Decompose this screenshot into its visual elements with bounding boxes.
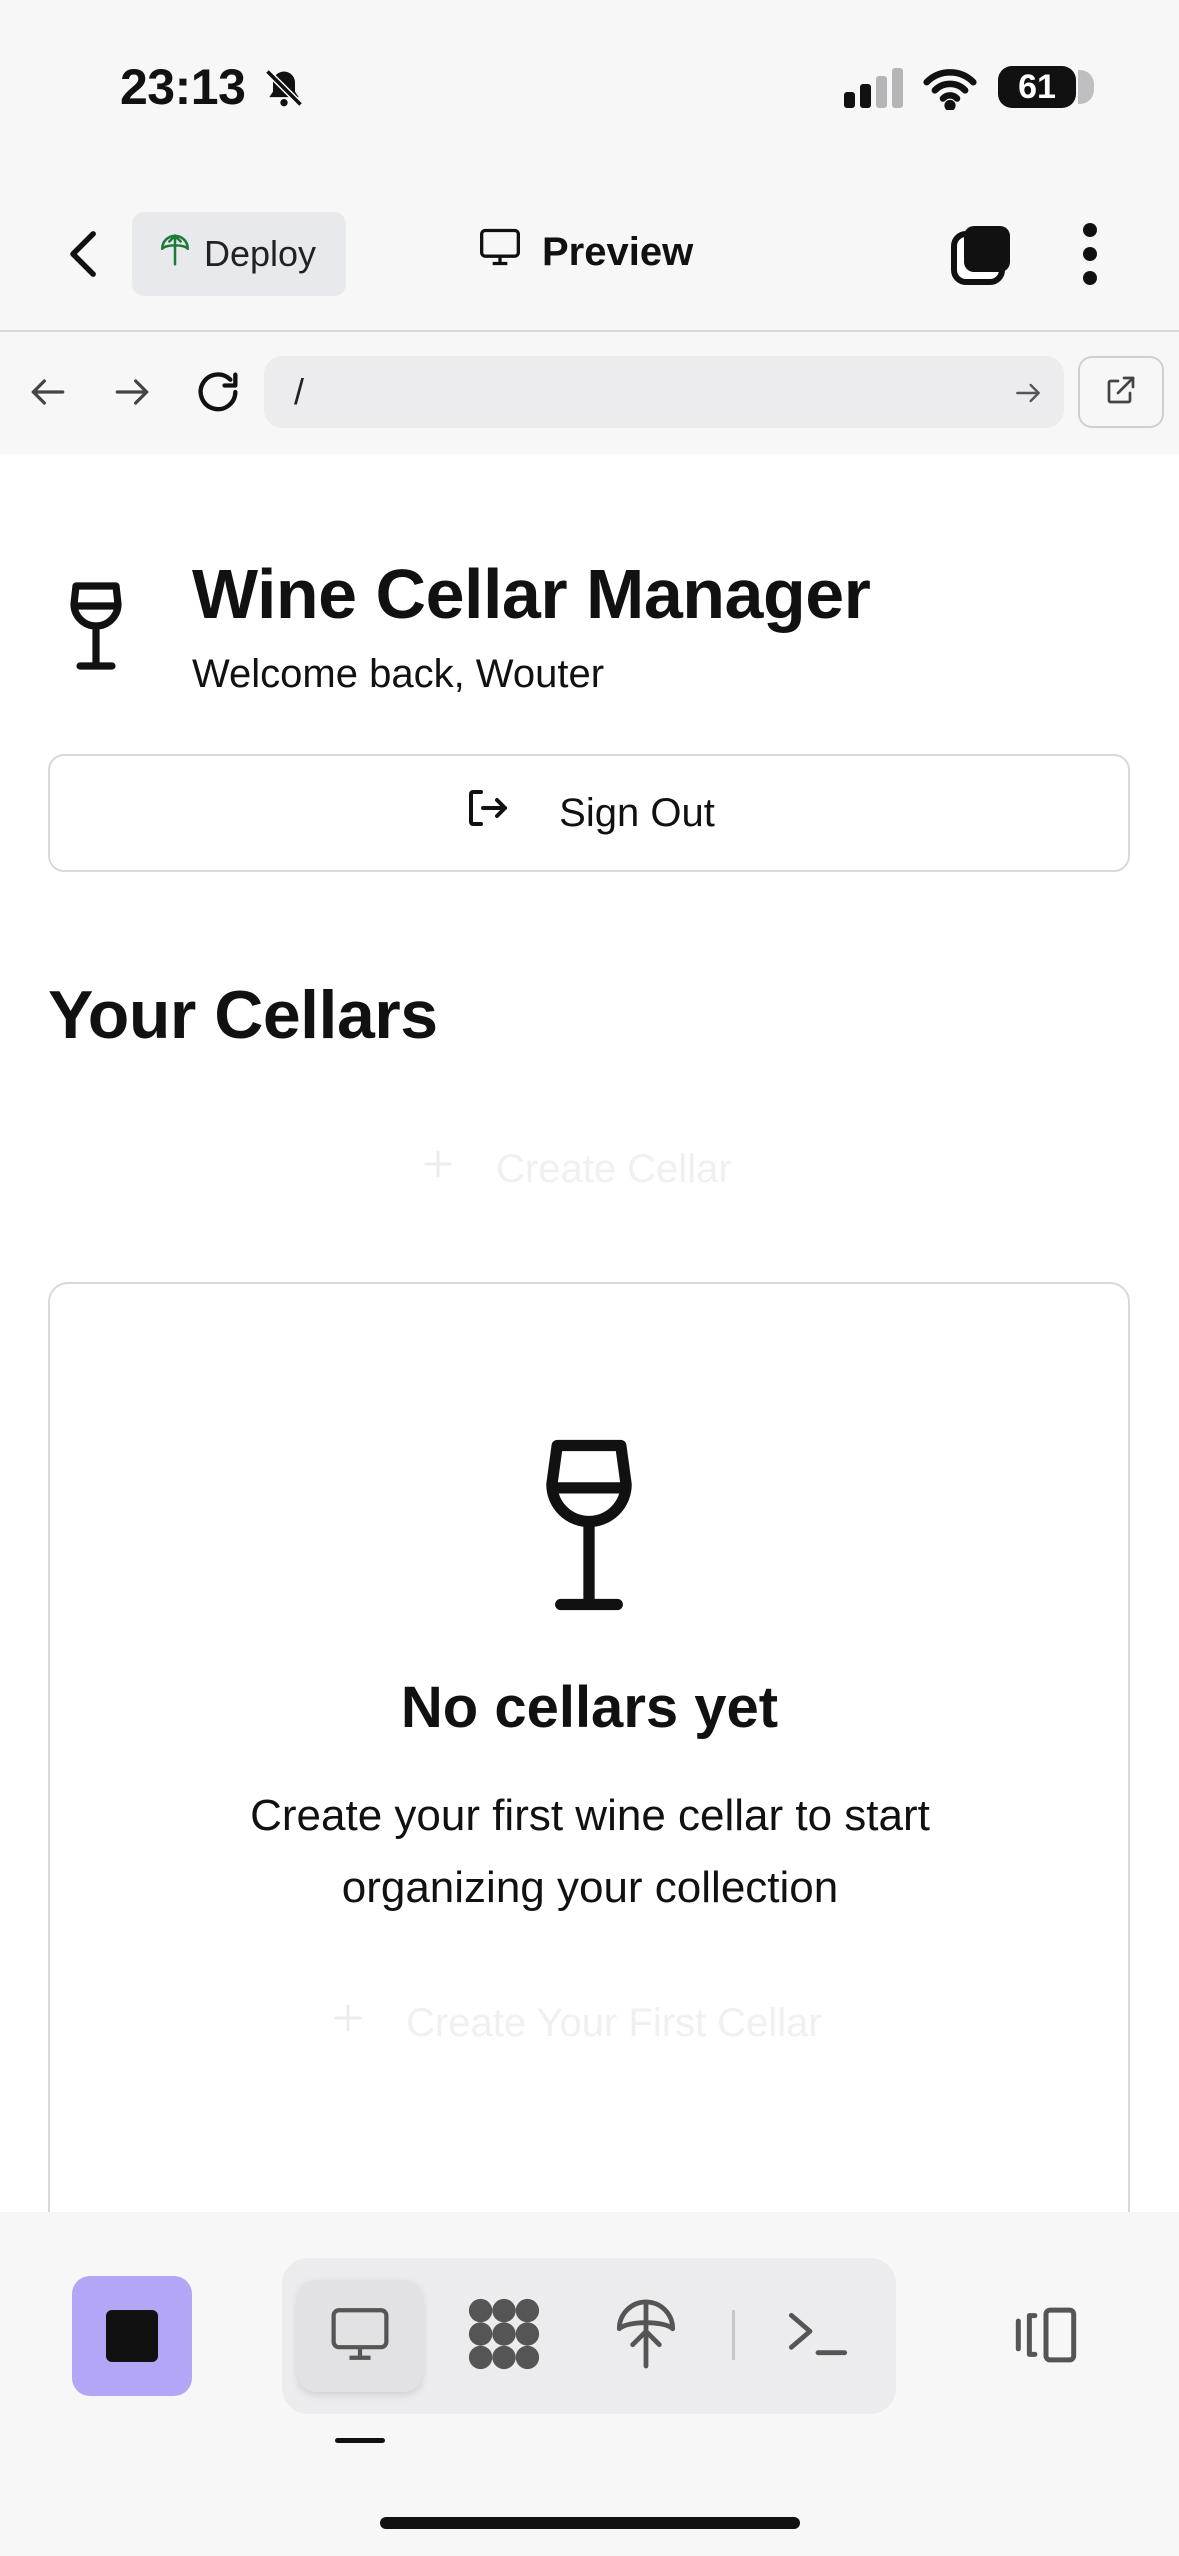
home-indicator [380,2517,800,2529]
wifi-icon [922,66,978,115]
url-input[interactable]: / [264,356,1064,428]
empty-state-title: No cellars yet [400,1675,779,1740]
toolbar-divider [732,2310,735,2360]
welcome-text: Welcome back, Wouter [192,652,605,696]
create-first-cellar-button[interactable]: Create Your First Cellar [330,2000,822,2046]
tabs-switcher-icon[interactable] [950,222,1014,291]
battery-indicator: 61 [998,66,1094,108]
deploy-icon [614,2296,678,2377]
create-first-cellar-label: Create Your First Cellar [406,2000,822,2045]
terminal-tool[interactable] [768,2286,868,2386]
page-title: Wine Cellar Manager [192,555,871,633]
agents-tool[interactable] [454,2286,554,2386]
create-cellar-button[interactable]: Create Cellar [420,1146,732,1192]
browser-forward-icon[interactable] [110,370,154,419]
wine-glass-icon [66,580,126,677]
active-tab-indicator [335,2438,385,2443]
monitor-icon [478,226,522,278]
panel-layout-icon[interactable] [1010,2304,1082,2371]
sign-out-button[interactable]: Sign Out [48,754,1130,872]
cellular-signal-icon [844,68,906,113]
deploy-tool[interactable] [596,2286,696,2386]
create-cellar-label: Create Cellar [496,1146,732,1191]
sign-out-label: Sign Out [559,790,715,835]
back-chevron-icon[interactable] [62,226,106,287]
url-text: / [294,371,305,412]
agents-icon [465,2295,543,2378]
stop-button[interactable] [72,2276,192,2396]
stop-icon [106,2310,158,2362]
plus-icon [420,1146,456,1192]
plus-icon [330,2000,366,2046]
go-arrow-icon[interactable] [1012,376,1044,418]
sign-out-icon [463,784,511,842]
deploy-button[interactable]: Deploy [132,212,346,296]
reload-icon[interactable] [192,366,244,423]
monitor-icon [328,2305,392,2368]
deploy-label: Deploy [204,233,317,274]
section-title: Your Cellars [48,977,438,1053]
status-time: 23:13 [120,59,246,115]
bell-slash-icon [262,66,306,115]
browser-back-icon[interactable] [26,370,70,419]
deploy-icon [158,233,192,276]
terminal-icon [786,2306,850,2367]
desktop-preview-tool[interactable] [298,2280,422,2392]
open-external-button[interactable] [1078,356,1164,428]
empty-state-text: Create your first wine cellar to start o… [250,1791,930,1912]
preview-label: Preview [542,229,694,274]
more-options-icon[interactable] [1080,222,1100,291]
preview-tab[interactable]: Preview [478,226,693,278]
external-link-icon [1103,372,1139,413]
wine-glass-icon [536,1434,642,1621]
